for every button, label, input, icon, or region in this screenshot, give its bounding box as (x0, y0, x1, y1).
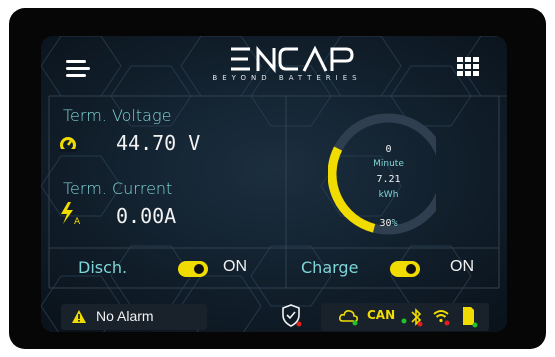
soc-value: 30 (379, 218, 392, 229)
charge-state: ON (450, 258, 474, 275)
charge-toggle[interactable] (390, 261, 420, 277)
alarm-status[interactable]: No Alarm (61, 304, 207, 330)
soc-unit: % (391, 218, 398, 229)
current-label: Term. Current (63, 179, 173, 198)
minutes-label: Minute (373, 159, 404, 169)
can-label: CAN (367, 308, 396, 322)
soc-gauge: 0 Minute 7.21 kWh 30% (328, 108, 436, 240)
connection-status-bar: CAN (321, 303, 489, 331)
current-value: 0.00A (116, 204, 177, 228)
charge-label: Charge (301, 258, 359, 277)
wifi-icon (433, 310, 450, 326)
discharge-state: ON (223, 258, 247, 275)
sd-card-icon (463, 307, 478, 328)
discharge-label: Disch. (78, 258, 128, 277)
voltage-value: 44.70 V (116, 131, 201, 155)
energy-value: 7.21 (376, 174, 401, 185)
svg-text:A: A (74, 217, 81, 226)
can-status-dot (401, 318, 407, 324)
lightning-current-icon: A (61, 202, 81, 226)
alarm-text: No Alarm (96, 308, 154, 324)
cloud-icon (339, 310, 358, 326)
minutes-value: 0 (385, 144, 392, 155)
hmi-screen: BEYOND BATTERIES Term. Voltage 44.70 V T… (41, 36, 507, 332)
soc-readout: 30% (328, 218, 436, 229)
voltage-label: Term. Voltage (63, 106, 172, 125)
discharge-toggle[interactable] (178, 261, 208, 277)
warning-icon (72, 310, 86, 323)
shield-check-icon[interactable] (281, 304, 303, 328)
energy-unit: kWh (378, 190, 399, 200)
gauge-icon (59, 137, 77, 152)
bluetooth-icon (411, 308, 423, 327)
